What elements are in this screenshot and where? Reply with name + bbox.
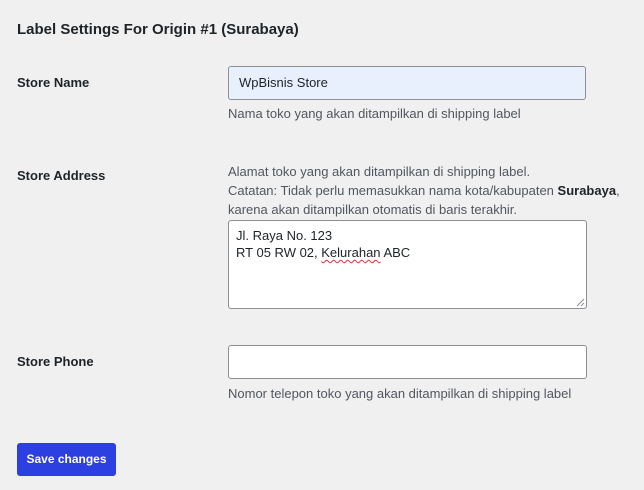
address-line2-suffix: ABC [380, 245, 411, 260]
settings-page: Label Settings For Origin #1 (Surabaya) … [0, 0, 644, 490]
spellcheck-word: Kelurahan [321, 245, 381, 260]
store-address-description: Alamat toko yang akan ditampilkan di shi… [228, 162, 620, 219]
section-title: Label Settings For Origin #1 (Surabaya) [17, 21, 299, 38]
address-line2-prefix: RT 05 RW 02, [236, 245, 322, 260]
store-phone-description: Nomor telepon toko yang akan ditampilkan… [228, 386, 572, 401]
resize-handle-icon[interactable] [576, 298, 585, 307]
store-address-value-line1: Jl. Raya No. 123 [236, 228, 333, 243]
store-address-note-city: Surabaya [557, 183, 617, 198]
store-address-note-suffix: , [616, 183, 620, 198]
store-address-description-line2: Catatan: Tidak perlu memasukkan nama kot… [228, 181, 620, 200]
store-name-value: WpBisnis Store [239, 75, 328, 90]
store-phone-input[interactable] [228, 345, 587, 379]
store-address-label: Store Address [17, 168, 106, 183]
store-phone-label: Store Phone [17, 354, 94, 369]
store-address-textarea[interactable]: Jl. Raya No. 123 RT 05 RW 02, Kelurahan … [228, 220, 587, 309]
save-changes-button[interactable]: Save changes [17, 443, 116, 476]
store-address-value-line2: RT 05 RW 02, Kelurahan ABC [236, 244, 579, 261]
store-name-input[interactable]: WpBisnis Store [228, 66, 586, 100]
store-address-description-line3: karena akan ditampilkan otomatis di bari… [228, 202, 518, 217]
store-name-description: Nama toko yang akan ditampilkan di shipp… [228, 106, 521, 121]
store-address-note-prefix: Catatan: Tidak perlu memasukkan nama kot… [228, 183, 558, 198]
store-name-label: Store Name [17, 75, 90, 90]
store-address-description-line1: Alamat toko yang akan ditampilkan di shi… [228, 164, 531, 179]
